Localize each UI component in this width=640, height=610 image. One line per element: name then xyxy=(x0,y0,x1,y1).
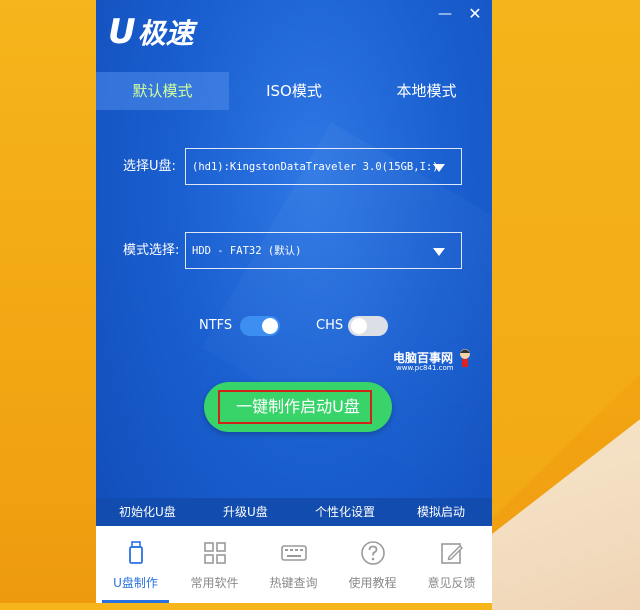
chs-toggle[interactable] xyxy=(348,316,388,336)
app-logo: U 极速 xyxy=(108,12,194,52)
init-usb-link[interactable]: 初始化U盘 xyxy=(119,498,176,526)
nav-usb-make[interactable]: U盘制作 xyxy=(96,526,175,603)
ntfs-toggle[interactable] xyxy=(240,316,280,336)
watermark-url: www.pc841.com xyxy=(396,364,454,372)
keyboard-icon xyxy=(281,545,307,561)
usb-drive-icon xyxy=(129,541,143,564)
usb-select-label: 选择U盘: xyxy=(123,159,176,174)
app-window: U 极速 — ✕ 默认模式 ISO模式 本地模式 选择U盘: (hd1):Kin… xyxy=(96,0,492,603)
mode-tabs: 默认模式 ISO模式 本地模式 xyxy=(96,72,492,110)
toggle-knob xyxy=(351,318,367,334)
tab-default-mode[interactable]: 默认模式 xyxy=(96,72,229,110)
nav-hotkey-query[interactable]: 热键查询 xyxy=(254,526,333,603)
bottom-tool-bar: 初始化U盘 升级U盘 个性化设置 模拟启动 xyxy=(96,498,492,526)
help-circle-icon xyxy=(361,541,385,565)
make-boot-usb-button[interactable]: 一键制作启动U盘 xyxy=(204,382,392,432)
simulate-boot-link[interactable]: 模拟启动 xyxy=(417,498,465,526)
mode-select[interactable]: HDD - FAT32 (默认) xyxy=(185,232,462,269)
nav-label: U盘制作 xyxy=(113,576,158,590)
mode-select-label: 模式选择: xyxy=(123,243,180,258)
nav-label: 意见反馈 xyxy=(427,576,476,590)
usb-select[interactable]: (hd1):KingstonDataTraveler 3.0(15GB,I:) xyxy=(185,148,462,185)
feedback-edit-icon xyxy=(441,543,463,564)
mode-select-value: HDD - FAT32 (默认) xyxy=(192,245,302,257)
usb-select-value: (hd1):KingstonDataTraveler 3.0(15GB,I:) xyxy=(192,161,439,173)
nav-label: 使用教程 xyxy=(348,576,397,590)
apps-grid-icon xyxy=(204,542,226,564)
nav-label: 热键查询 xyxy=(269,576,318,590)
desktop-background-left xyxy=(0,0,96,603)
minimize-button[interactable]: — xyxy=(434,4,456,24)
chevron-down-icon xyxy=(433,164,445,172)
nav-common-software[interactable]: 常用软件 xyxy=(175,526,254,603)
logo-name: 极速 xyxy=(137,17,194,50)
upgrade-usb-link[interactable]: 升级U盘 xyxy=(223,498,268,526)
logo-letter: U xyxy=(108,12,136,52)
make-boot-usb-label: 一键制作启动U盘 xyxy=(236,397,360,416)
nav-tutorial[interactable]: 使用教程 xyxy=(333,526,412,603)
ntfs-label: NTFS xyxy=(199,318,233,333)
footer-nav: U盘制作 常用软件 热键查询 使用教程 意见反馈 xyxy=(96,526,492,603)
chevron-down-icon xyxy=(433,248,445,256)
close-button[interactable]: ✕ xyxy=(464,4,486,24)
tab-iso-mode[interactable]: ISO模式 xyxy=(229,72,359,110)
nav-label: 常用软件 xyxy=(190,576,239,590)
chs-label: CHS xyxy=(316,318,344,333)
personalize-link[interactable]: 个性化设置 xyxy=(315,498,375,526)
tab-local-mode[interactable]: 本地模式 xyxy=(361,72,492,110)
mascot-icon xyxy=(460,349,470,367)
toggle-knob xyxy=(262,318,278,334)
nav-feedback[interactable]: 意见反馈 xyxy=(412,526,491,603)
